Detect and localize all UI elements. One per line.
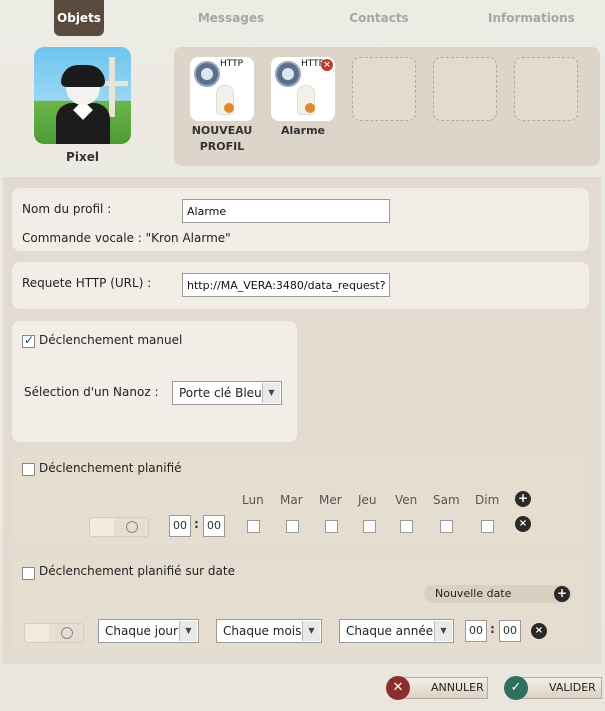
profile-name-section: Nom du profil : Commande vocale : "Kron …	[12, 188, 589, 251]
day-checkbox[interactable]	[400, 520, 413, 533]
empty-object-slot[interactable]	[433, 57, 497, 121]
every-day-select[interactable]: Chaque jour ▼	[98, 619, 199, 643]
http-url-input[interactable]	[182, 273, 390, 297]
clock-icon	[194, 61, 220, 87]
object-label-line1: Alarme	[280, 124, 326, 137]
object-label: Alarme	[263, 123, 343, 139]
add-schedule-icon[interactable]: +	[515, 491, 531, 507]
day-checkbox[interactable]	[247, 520, 260, 533]
remove-schedule-icon[interactable]: ×	[515, 516, 531, 532]
tab-contacts[interactable]: Contacts	[346, 0, 412, 36]
dot-icon	[305, 103, 315, 113]
tab-objets[interactable]: Objets	[54, 0, 104, 36]
day-label: Jeu	[358, 493, 377, 507]
toggle-circle-icon	[61, 627, 73, 639]
scheduled-trigger-label: Déclenchement planifié	[39, 461, 182, 475]
scheduled-trigger-section: Déclenchement planifié Lun Mar Mer Jeu V…	[12, 453, 589, 545]
manual-trigger-checkbox[interactable]	[22, 333, 35, 348]
tab-informations[interactable]: Informations	[488, 0, 575, 36]
nanoz-label: Sélection d'un Nanoz :	[24, 385, 159, 399]
objects-panel: HTTP NOUVEAU PROFIL HTTP × Alarme	[174, 47, 600, 166]
manual-trigger-label: Déclenchement manuel	[39, 333, 183, 347]
toggle-circle-icon	[126, 521, 138, 533]
day-label: Lun	[242, 493, 264, 507]
profile-name-input[interactable]	[182, 199, 390, 223]
toggle-knob	[90, 518, 114, 536]
object-label-line1: NOUVEAU	[191, 124, 253, 137]
empty-object-slot[interactable]	[352, 57, 416, 121]
empty-object-slot[interactable]	[514, 57, 578, 121]
toggle-knob	[25, 624, 49, 642]
clock-icon	[275, 61, 301, 87]
remove-badge-icon[interactable]: ×	[321, 59, 333, 71]
object-alarme[interactable]: HTTP ×	[271, 57, 335, 121]
tab-messages[interactable]: Messages	[196, 0, 266, 36]
date-trigger-section: Déclenchement planifié sur date Chaque j…	[12, 556, 589, 654]
minute-input[interactable]: 00	[203, 515, 225, 537]
day-checkbox[interactable]	[440, 520, 453, 533]
avatar[interactable]	[34, 47, 131, 144]
nanoz-select-value: Porte clé Bleu	[179, 386, 262, 400]
day-label: Ven	[395, 493, 418, 507]
http-label: Requete HTTP (URL) :	[22, 276, 152, 290]
chevron-down-icon: ▼	[302, 621, 320, 641]
day-label: Mer	[319, 493, 342, 507]
schedule-toggle[interactable]	[89, 517, 149, 537]
add-date-icon[interactable]: +	[554, 586, 570, 602]
http-section: Requete HTTP (URL) :	[12, 262, 589, 309]
every-year-value: Chaque année	[346, 624, 434, 638]
avatar-name: Pixel	[66, 150, 99, 164]
nanoz-select[interactable]: Porte clé Bleu ▼	[172, 381, 282, 405]
day-checkbox[interactable]	[286, 520, 299, 533]
avatar-hair	[61, 65, 105, 87]
date-trigger-checkbox[interactable]	[22, 567, 35, 580]
tab-bar: Objets Messages Contacts Informations	[0, 0, 605, 36]
every-year-select[interactable]: Chaque année ▼	[339, 619, 454, 643]
new-date-label: Nouvelle date	[435, 587, 512, 600]
every-month-value: Chaque mois	[223, 624, 302, 638]
day-label: Dim	[475, 493, 500, 507]
time-separator: :	[490, 622, 495, 636]
cancel-label: ANNULER	[431, 681, 484, 694]
cross-decoration	[109, 57, 115, 117]
date-minute-input[interactable]: 00	[499, 620, 521, 642]
object-label: NOUVEAU PROFIL	[182, 123, 262, 155]
chevron-down-icon: ▼	[262, 383, 280, 403]
date-hour-input[interactable]: 00	[465, 620, 487, 642]
day-checkbox[interactable]	[363, 520, 376, 533]
scheduled-trigger-checkbox[interactable]	[22, 463, 35, 476]
cancel-icon[interactable]: ✕	[386, 676, 410, 700]
http-tag: HTTP	[220, 59, 244, 69]
date-trigger-label: Déclenchement planifié sur date	[39, 564, 235, 578]
remove-date-icon[interactable]: ×	[531, 623, 547, 639]
dot-icon	[224, 103, 234, 113]
validate-label: VALIDER	[549, 681, 596, 694]
profile-name-label: Nom du profil :	[22, 202, 112, 216]
day-label: Mar	[280, 493, 303, 507]
manual-trigger-section: Déclenchement manuel Sélection d'un Nano…	[12, 321, 297, 442]
day-label: Sam	[433, 493, 460, 507]
every-day-value: Chaque jour	[105, 624, 178, 638]
voice-command-text: Commande vocale : "Kron Alarme"	[22, 231, 231, 245]
new-date-button[interactable]: Nouvelle date	[424, 585, 572, 603]
day-checkbox[interactable]	[481, 520, 494, 533]
validate-icon[interactable]: ✓	[504, 676, 528, 700]
time-separator: :	[194, 517, 199, 531]
hour-input[interactable]: 00	[169, 515, 191, 537]
chevron-down-icon: ▼	[179, 621, 197, 641]
day-checkbox[interactable]	[325, 520, 338, 533]
object-nouveau-profil[interactable]: HTTP	[190, 57, 254, 121]
every-month-select[interactable]: Chaque mois ▼	[216, 619, 322, 643]
chevron-down-icon: ▼	[434, 621, 452, 641]
date-toggle[interactable]	[24, 623, 84, 643]
object-label-line2: PROFIL	[199, 140, 245, 153]
